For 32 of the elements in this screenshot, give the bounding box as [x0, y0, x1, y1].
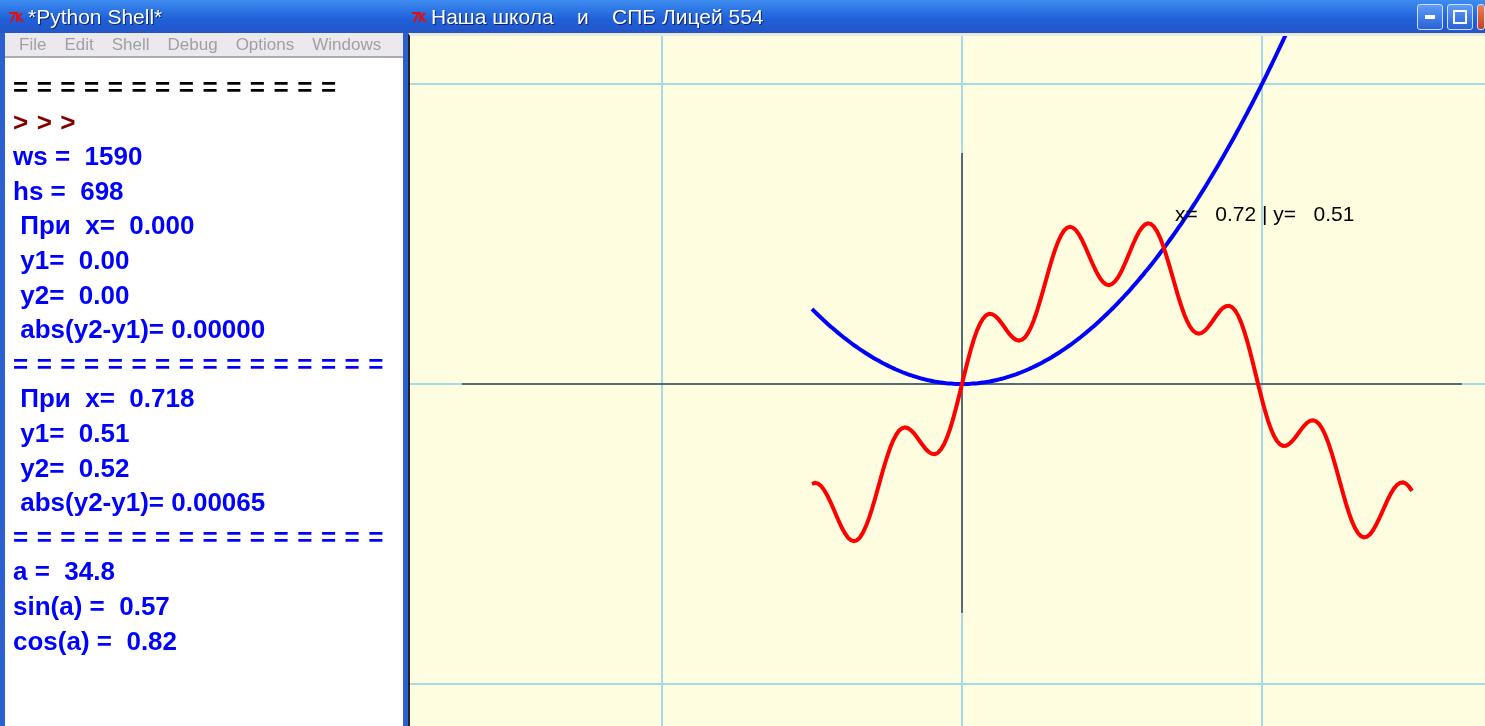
output-line: sin(a) = 0.57	[13, 589, 171, 623]
close-button[interactable]	[1477, 3, 1485, 30]
output-line: При x= 0.718	[19, 382, 196, 416]
window-title: *Python Shell*	[28, 4, 163, 29]
separator-line: ==============	[13, 71, 346, 104]
separator-line: ================	[13, 347, 393, 381]
output-line: y1= 0.51	[19, 416, 131, 450]
menu-item[interactable]: Windows	[312, 34, 382, 55]
tk-logo-icon	[411, 10, 427, 23]
output-line: ws = 1590	[13, 140, 144, 174]
menu-item[interactable]: Edit	[64, 34, 94, 55]
output-line: y2= 0.00	[19, 278, 131, 312]
output-line: hs = 698	[13, 174, 125, 208]
menu-item[interactable]: Shell	[111, 34, 150, 55]
menu-item[interactable]: File	[19, 34, 47, 55]
minimize-icon	[1425, 14, 1435, 19]
maximize-button[interactable]	[1447, 3, 1473, 30]
minimize-button[interactable]	[1417, 3, 1443, 30]
output-line: abs(y2-y1)= 0.00065	[19, 486, 267, 520]
output-line: abs(y2-y1)= 0.00000	[19, 313, 267, 347]
menu-item[interactable]: Options	[235, 34, 295, 55]
separator-line: ================	[13, 520, 393, 554]
output-line: y1= 0.00	[19, 243, 131, 277]
menu-item[interactable]: Debug	[167, 34, 218, 55]
output-line: cos(a) = 0.82	[13, 624, 179, 658]
output-line: y2= 0.52	[19, 451, 131, 485]
window-title: Наша школа и СПБ Лицей 554	[431, 4, 764, 29]
output-line: a = 34.8	[13, 555, 116, 589]
separator-line: >>>	[13, 105, 86, 139]
maximize-icon	[1453, 9, 1467, 24]
output-line: При x= 0.000	[19, 209, 196, 243]
tk-logo-icon	[8, 10, 24, 23]
